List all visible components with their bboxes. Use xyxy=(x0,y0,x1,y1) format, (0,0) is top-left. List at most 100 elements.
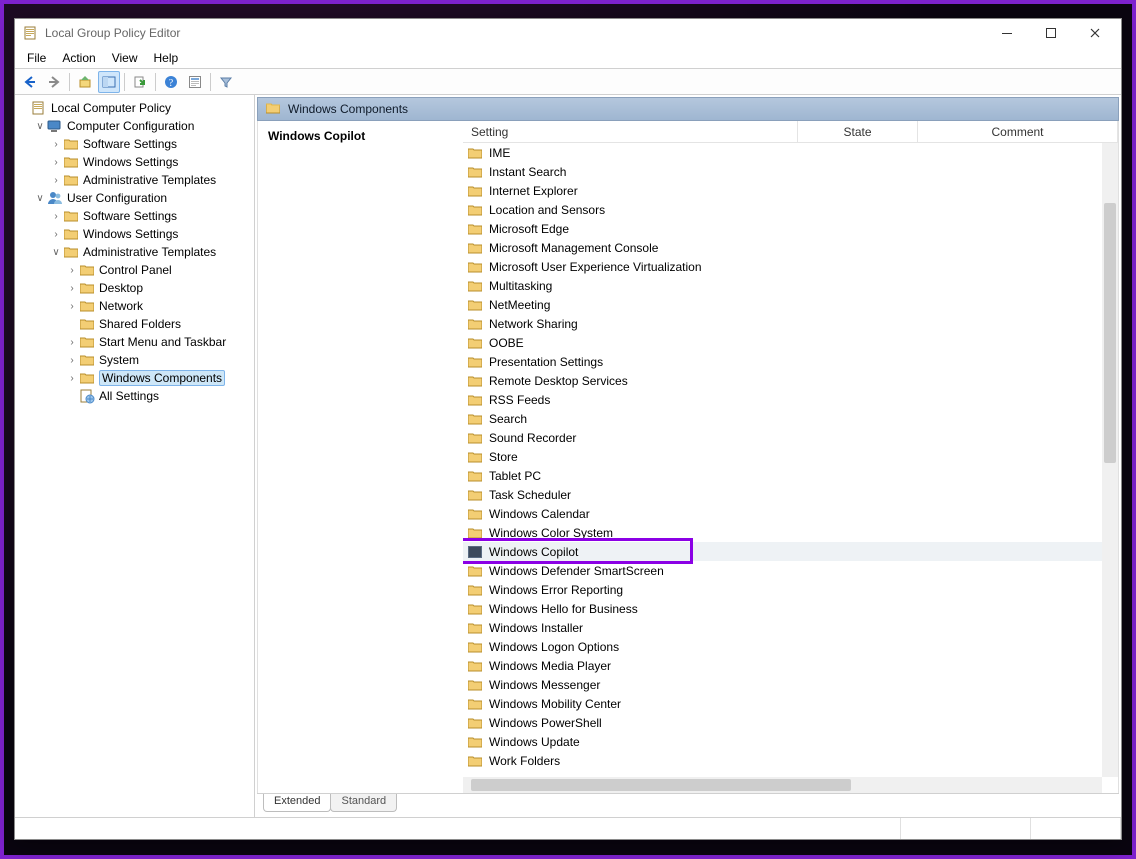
toolbar-back-button[interactable] xyxy=(19,71,41,93)
tree-windows-components[interactable]: ›Windows Components xyxy=(17,369,252,387)
list-item[interactable]: OOBE xyxy=(463,333,1118,352)
toolbar-export-button[interactable] xyxy=(129,71,151,93)
list-item[interactable]: Instant Search xyxy=(463,162,1118,181)
tree-item[interactable]: ›Software Settings xyxy=(17,207,252,225)
list-item[interactable]: Windows Update xyxy=(463,732,1118,751)
folder-icon xyxy=(467,734,483,750)
tree-expand-icon[interactable]: › xyxy=(65,301,79,312)
tree-expand-icon[interactable]: › xyxy=(65,373,79,384)
tree-expand-icon[interactable]: › xyxy=(49,157,63,168)
toolbar-properties-button[interactable] xyxy=(184,71,206,93)
col-setting[interactable]: Setting xyxy=(463,121,798,142)
tree-item[interactable]: ›Control Panel xyxy=(17,261,252,279)
col-state[interactable]: State xyxy=(798,121,918,142)
tree-user-config[interactable]: ∨User Configuration xyxy=(17,189,252,207)
tree-item[interactable]: ›Desktop xyxy=(17,279,252,297)
list-item[interactable]: NetMeeting xyxy=(463,295,1118,314)
list-item[interactable]: Task Scheduler xyxy=(463,485,1118,504)
tree-item[interactable]: ›Software Settings xyxy=(17,135,252,153)
toolbar-forward-button[interactable] xyxy=(43,71,65,93)
list-item[interactable]: Windows PowerShell xyxy=(463,713,1118,732)
list-item[interactable]: Store xyxy=(463,447,1118,466)
tree-expand-icon[interactable]: › xyxy=(65,337,79,348)
tree-item[interactable]: All Settings xyxy=(17,387,252,405)
list-item[interactable]: Windows Messenger xyxy=(463,675,1118,694)
list-item[interactable]: IME xyxy=(463,143,1118,162)
folder-icon xyxy=(266,102,280,117)
tree-expand-icon[interactable]: › xyxy=(49,139,63,150)
tree-expand-icon[interactable]: › xyxy=(65,355,79,366)
tree-item[interactable]: ›Windows Settings xyxy=(17,225,252,243)
close-button[interactable] xyxy=(1073,19,1117,47)
tree-pane[interactable]: Local Computer Policy∨Computer Configura… xyxy=(15,95,255,817)
list-item[interactable]: Work Folders xyxy=(463,751,1118,770)
folder-icon xyxy=(79,280,95,296)
tree-item[interactable]: ›System xyxy=(17,351,252,369)
tree-expand-icon[interactable]: ∨ xyxy=(33,193,47,204)
list-item[interactable]: Windows Calendar xyxy=(463,504,1118,523)
vertical-scrollbar[interactable] xyxy=(1102,143,1118,777)
list-header[interactable]: Setting State Comment xyxy=(463,121,1118,143)
col-comment[interactable]: Comment xyxy=(918,121,1118,142)
folder-icon xyxy=(467,696,483,712)
tab-standard[interactable]: Standard xyxy=(330,794,397,812)
list-item[interactable]: Windows Hello for Business xyxy=(463,599,1118,618)
list-item[interactable]: Windows Error Reporting xyxy=(463,580,1118,599)
list-item[interactable]: Windows Mobility Center xyxy=(463,694,1118,713)
tree-expand-icon[interactable]: › xyxy=(65,283,79,294)
list-item[interactable]: Windows Color System xyxy=(463,523,1118,542)
menu-action[interactable]: Action xyxy=(54,49,103,67)
list-body[interactable]: IMEInstant SearchInternet ExplorerLocati… xyxy=(463,143,1118,793)
list-item[interactable]: Location and Sensors xyxy=(463,200,1118,219)
tree-expand-icon[interactable]: › xyxy=(49,211,63,222)
list-item[interactable]: Remote Desktop Services xyxy=(463,371,1118,390)
tree-item[interactable]: ›Windows Settings xyxy=(17,153,252,171)
list-item[interactable]: Network Sharing xyxy=(463,314,1118,333)
list-item[interactable]: Tablet PC xyxy=(463,466,1118,485)
tree-expand-icon[interactable]: › xyxy=(49,229,63,240)
menu-view[interactable]: View xyxy=(104,49,146,67)
list-item[interactable]: RSS Feeds xyxy=(463,390,1118,409)
horizontal-scrollbar[interactable] xyxy=(463,777,1102,793)
tree-computer-config[interactable]: ∨Computer Configuration xyxy=(17,117,252,135)
folder-icon xyxy=(467,753,483,769)
list-item[interactable]: Multitasking xyxy=(463,276,1118,295)
scrollbar-thumb[interactable] xyxy=(1104,203,1116,463)
list-item[interactable]: Windows Installer xyxy=(463,618,1118,637)
folder-icon xyxy=(467,449,483,465)
toolbar-up-button[interactable] xyxy=(74,71,96,93)
list-item[interactable]: Presentation Settings xyxy=(463,352,1118,371)
menu-help[interactable]: Help xyxy=(146,49,187,67)
list-item[interactable]: Windows Copilot xyxy=(463,542,1118,561)
tree-item[interactable]: ›Start Menu and Taskbar xyxy=(17,333,252,351)
list-item[interactable]: Windows Media Player xyxy=(463,656,1118,675)
tab-extended[interactable]: Extended xyxy=(263,794,331,812)
list-item[interactable]: Windows Logon Options xyxy=(463,637,1118,656)
tree-item[interactable]: ›Network xyxy=(17,297,252,315)
tree-item[interactable]: ›Administrative Templates xyxy=(17,171,252,189)
titlebar[interactable]: Local Group Policy Editor xyxy=(15,19,1121,47)
tree-root[interactable]: Local Computer Policy xyxy=(17,99,252,117)
list-item[interactable]: Search xyxy=(463,409,1118,428)
tree-expand-icon[interactable]: ∨ xyxy=(49,247,63,258)
list-item-label: OOBE xyxy=(489,336,524,350)
list-item[interactable]: Microsoft Edge xyxy=(463,219,1118,238)
scrollbar-thumb[interactable] xyxy=(471,779,851,791)
tree-admin-templates[interactable]: ∨Administrative Templates xyxy=(17,243,252,261)
toolbar-help-button[interactable]: ? xyxy=(160,71,182,93)
tree-item[interactable]: Shared Folders xyxy=(17,315,252,333)
tree-expand-icon[interactable]: › xyxy=(65,265,79,276)
toolbar-show-hide-tree-button[interactable] xyxy=(98,71,120,93)
list-item[interactable]: Microsoft Management Console xyxy=(463,238,1118,257)
list-item[interactable]: Windows Defender SmartScreen xyxy=(463,561,1118,580)
maximize-button[interactable] xyxy=(1029,19,1073,47)
tree-expand-icon[interactable]: › xyxy=(49,175,63,186)
list-item[interactable]: Microsoft User Experience Virtualization xyxy=(463,257,1118,276)
list-item[interactable]: Sound Recorder xyxy=(463,428,1118,447)
minimize-button[interactable] xyxy=(985,19,1029,47)
list-item[interactable]: Internet Explorer xyxy=(463,181,1118,200)
menu-file[interactable]: File xyxy=(19,49,54,67)
toolbar-filter-button[interactable] xyxy=(215,71,237,93)
tree-expand-icon[interactable]: ∨ xyxy=(33,121,47,132)
folder-icon xyxy=(467,373,483,389)
